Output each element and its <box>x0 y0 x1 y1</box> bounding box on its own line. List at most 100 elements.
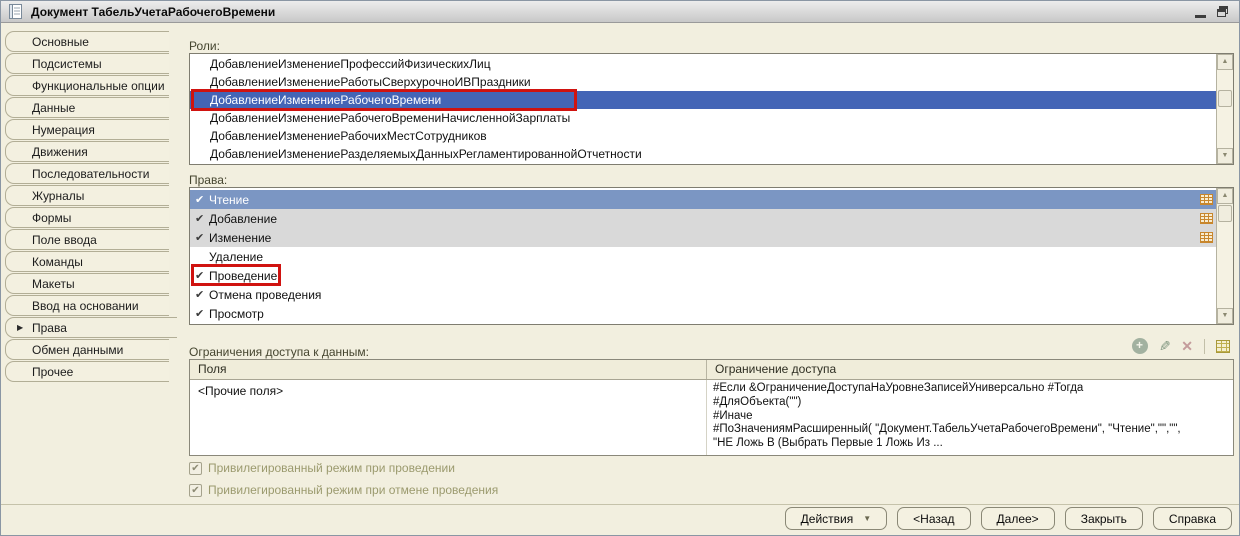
roles-scrollbar[interactable]: ▲ ▼ <box>1216 54 1233 164</box>
right-item[interactable]: ✔ Проведение <box>190 266 1216 285</box>
sidebar-tab-label: Поле ввода <box>32 233 97 247</box>
sidebar-tab-5[interactable]: Движения <box>5 141 169 162</box>
titlebar: Документ ТабельУчетаРабочегоВремени <box>1 1 1239 23</box>
scroll-down-icon[interactable]: ▼ <box>1217 308 1233 324</box>
role-item[interactable]: ДобавлениеИзменениеРабочихМестСотруднико… <box>190 127 1216 145</box>
next-button[interactable]: Далее> <box>980 507 1055 530</box>
right-item[interactable]: ✔ Добавление <box>190 209 1216 228</box>
document-icon <box>9 4 22 19</box>
role-item[interactable]: ДобавлениеИзменениеРазделяемыхДанныхРегл… <box>190 145 1216 163</box>
sidebar-tab-label: Обмен данными <box>32 343 124 357</box>
column-header-restriction[interactable]: Ограничение доступа <box>707 360 1233 379</box>
restriction-icon-cell <box>1196 190 1216 209</box>
checkmark-icon[interactable]: ✔ <box>190 269 207 282</box>
close-button[interactable]: Закрыть <box>1064 507 1143 530</box>
restriction-icon-cell <box>1196 247 1216 266</box>
sidebar-tab-label: Нумерация <box>32 123 95 137</box>
sidebar-tab-9[interactable]: Поле ввода <box>5 229 169 250</box>
right-item[interactable]: ✔ Чтение <box>190 190 1216 209</box>
sidebar-tab-3[interactable]: Данные <box>5 97 169 118</box>
restore-button[interactable] <box>1216 5 1229 18</box>
sidebar-tab-7[interactable]: Журналы <box>5 185 169 206</box>
right-item[interactable]: ✔ Просмотр <box>190 304 1216 323</box>
restriction-grid-icon <box>1199 232 1213 243</box>
checkbox-icon[interactable]: ✔ <box>189 483 202 497</box>
checkbox-label: Привилегированный режим при проведении <box>208 461 455 475</box>
column-header-fields[interactable]: Поля <box>190 360 707 379</box>
restrictions-table: Поля Ограничение доступа <Прочие поля> #… <box>189 359 1234 456</box>
restriction-icon-cell <box>1196 209 1216 228</box>
sidebar-tab-12[interactable]: Ввод на основании <box>5 295 169 316</box>
help-button[interactable]: Справка <box>1152 507 1232 530</box>
sidebar-tab-6[interactable]: Последовательности <box>5 163 169 184</box>
right-item-label: Проведение <box>209 268 278 283</box>
delete-restriction-icon[interactable]: ✕ <box>1181 339 1193 353</box>
sidebar-tab-label: Прочее <box>32 365 74 379</box>
restriction-icon-cell <box>1196 266 1216 285</box>
scroll-up-icon[interactable]: ▲ <box>1217 188 1233 204</box>
checkmark-icon[interactable]: ✔ <box>190 288 207 301</box>
sidebar-tab-4[interactable]: Нумерация <box>5 119 169 140</box>
sidebar-tab-label: Формы <box>32 211 72 225</box>
restriction-templates-icon[interactable] <box>1216 339 1230 353</box>
sidebar-tab-label: Функциональные опции <box>32 79 165 93</box>
checkmark-icon[interactable]: ✔ <box>190 193 207 206</box>
right-item[interactable]: ✔ Отмена проведения <box>190 285 1216 304</box>
sidebar-tab-1[interactable]: Подсистемы <box>5 53 169 74</box>
sidebar-tab-label: Команды <box>32 255 83 269</box>
privileged-mode-unposting-checkbox[interactable]: ✔ Привилегированный режим при отмене про… <box>189 483 498 497</box>
role-item[interactable]: ДобавлениеИзменениеРаботыСверхурочноИВПр… <box>190 73 1216 91</box>
role-item[interactable]: ДобавлениеИзменениеРабочегоВремениНачисл… <box>190 109 1216 127</box>
checkmark-icon[interactable]: ✔ <box>190 307 207 320</box>
right-item[interactable]: ✔ Изменение <box>190 228 1216 247</box>
roles-list: ДобавлениеИзменениеПрофессийФизическихЛи… <box>189 53 1234 165</box>
right-item[interactable]: Удаление <box>190 247 1216 266</box>
fields-cell[interactable]: <Прочие поля> <box>190 380 707 455</box>
right-item-label: Просмотр <box>209 306 264 321</box>
checkbox-label: Привилегированный режим при отмене прове… <box>208 483 499 497</box>
sidebar-tab-label: Подсистемы <box>32 57 102 71</box>
config-object-window: Документ ТабельУчетаРабочегоВремени Осно… <box>0 0 1240 536</box>
sidebar-tab-label: Основные <box>32 35 89 49</box>
scroll-down-icon[interactable]: ▼ <box>1217 148 1233 164</box>
role-item[interactable]: ДобавлениеИзменениеПрофессийФизическихЛи… <box>190 55 1216 73</box>
roles-label: Роли: <box>189 39 220 53</box>
sidebar-tab-label: Последовательности <box>32 167 150 181</box>
right-item-label: Чтение <box>209 192 250 207</box>
minimize-button[interactable] <box>1195 14 1206 18</box>
back-button[interactable]: <Назад <box>897 507 971 530</box>
sidebar-tab-13[interactable]: ▶ Права <box>5 317 177 338</box>
edit-restriction-icon[interactable]: ✎ <box>1159 338 1171 354</box>
restrictions-toolbar: + ✎ ✕ <box>1131 338 1230 354</box>
sidebar-tab-11[interactable]: Макеты <box>5 273 169 294</box>
scroll-thumb[interactable] <box>1218 205 1232 222</box>
right-item-label: Изменение <box>209 230 272 245</box>
button-label: <Назад <box>913 511 955 526</box>
actions-button[interactable]: Действия ▼ <box>784 507 888 530</box>
restriction-grid-icon <box>1199 213 1213 224</box>
sidebar-tab-10[interactable]: Команды <box>5 251 169 272</box>
sidebar-tab-2[interactable]: Функциональные опции <box>5 75 169 96</box>
restriction-cell[interactable]: #Если &ОграничениеДоступаНаУровнеЗаписей… <box>707 380 1233 455</box>
privileged-mode-posting-checkbox[interactable]: ✔ Привилегированный режим при проведении <box>189 461 455 475</box>
sidebar-tab-8[interactable]: Формы <box>5 207 169 228</box>
scroll-thumb[interactable] <box>1218 90 1232 107</box>
restriction-icon-cell <box>1196 285 1216 304</box>
sidebar-tab-label: Ввод на основании <box>32 299 139 313</box>
checkmark-icon[interactable]: ✔ <box>190 231 207 244</box>
button-label: Далее> <box>996 511 1039 526</box>
role-item[interactable]: ДобавлениеИзменениеРабочегоВремени <box>190 91 1216 109</box>
checkbox-icon[interactable]: ✔ <box>189 461 202 475</box>
sidebar-tab-14[interactable]: Обмен данными <box>5 339 169 360</box>
rights-scrollbar[interactable]: ▲ ▼ <box>1216 188 1233 324</box>
sidebar-tab-15[interactable]: Прочее <box>5 361 169 382</box>
footer-buttons: Действия ▼ <Назад Далее> Закрыть Справка <box>1 504 1239 535</box>
sidebar-tab-label: Движения <box>32 145 88 159</box>
add-restriction-button[interactable]: + <box>1131 338 1148 354</box>
rights-list: ✔ Чтение ✔ Добавление ✔ Изменение Удаление ✔ Про… <box>189 187 1234 325</box>
table-row[interactable]: <Прочие поля> #Если &ОграничениеДоступаН… <box>190 380 1233 455</box>
sidebar-tab-0[interactable]: Основные <box>5 31 169 52</box>
checkmark-icon[interactable]: ✔ <box>190 212 207 225</box>
rights-label: Права: <box>189 173 228 187</box>
scroll-up-icon[interactable]: ▲ <box>1217 54 1233 70</box>
